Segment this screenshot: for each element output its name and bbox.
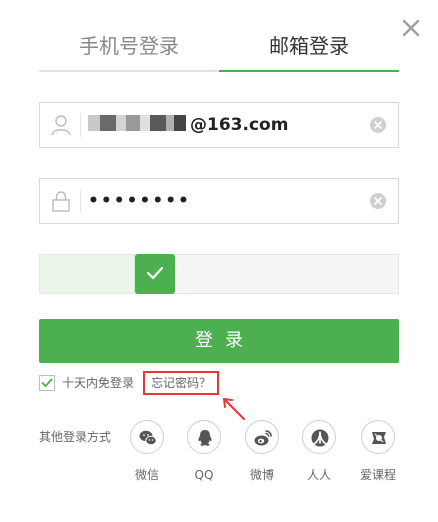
slider-captcha[interactable] [39, 254, 399, 294]
clear-password-icon[interactable] [370, 193, 386, 209]
login-button[interactable]: 登录 [39, 319, 399, 363]
qq-label: QQ [194, 468, 214, 482]
qq-icon [198, 430, 212, 446]
forgot-password-link[interactable]: 忘记密码？ [143, 371, 219, 395]
tab-email-login[interactable]: 邮箱登录 [219, 26, 399, 72]
check-icon [146, 266, 164, 280]
email-field[interactable]: @163.com [39, 102, 399, 148]
weibo-label: 微博 [249, 468, 274, 482]
user-icon [51, 115, 71, 136]
remember-checkbox[interactable] [39, 375, 55, 391]
remember-label: 十天内免登录 [62, 376, 135, 390]
social-qq: QQ [179, 420, 229, 482]
weibo-icon [254, 430, 272, 446]
qq-login-button[interactable] [187, 420, 221, 454]
renren-icon [311, 429, 329, 447]
social-wechat: 微信 [122, 420, 172, 482]
wechat-login-button[interactable] [130, 420, 164, 454]
clear-email-icon[interactable] [370, 117, 386, 133]
social-aikecheng: 爱课程 [353, 420, 403, 482]
checkmark-icon [41, 378, 53, 387]
social-weibo: 微博 [237, 420, 287, 482]
login-tabs: 手机号登录 邮箱登录 [39, 26, 399, 72]
annotation-arrow-icon [223, 398, 245, 420]
social-renren: 人人 [294, 420, 344, 482]
password-field[interactable]: •••••••• [39, 178, 399, 224]
renren-label: 人人 [306, 468, 331, 482]
field-divider [80, 113, 81, 137]
renren-login-button[interactable] [302, 420, 336, 454]
redacted-username [88, 115, 186, 131]
slider-progress [40, 255, 135, 293]
slider-handle[interactable] [135, 254, 175, 294]
password-value: •••••••• [88, 191, 191, 211]
email-value: @163.com [88, 103, 288, 147]
wechat-label: 微信 [134, 468, 159, 482]
other-login-label: 其他登录方式 [39, 430, 112, 444]
lock-icon [52, 191, 70, 212]
field-divider [80, 189, 81, 213]
aikecheng-login-button[interactable] [361, 420, 395, 454]
aikecheng-label: 爱课程 [359, 468, 396, 482]
aikecheng-icon [372, 432, 386, 444]
close-button[interactable] [399, 16, 423, 40]
weibo-login-button[interactable] [245, 420, 279, 454]
close-icon [402, 19, 420, 37]
wechat-icon [139, 430, 157, 446]
tab-phone-login[interactable]: 手机号登录 [39, 26, 219, 72]
email-domain: @163.com [190, 115, 289, 135]
